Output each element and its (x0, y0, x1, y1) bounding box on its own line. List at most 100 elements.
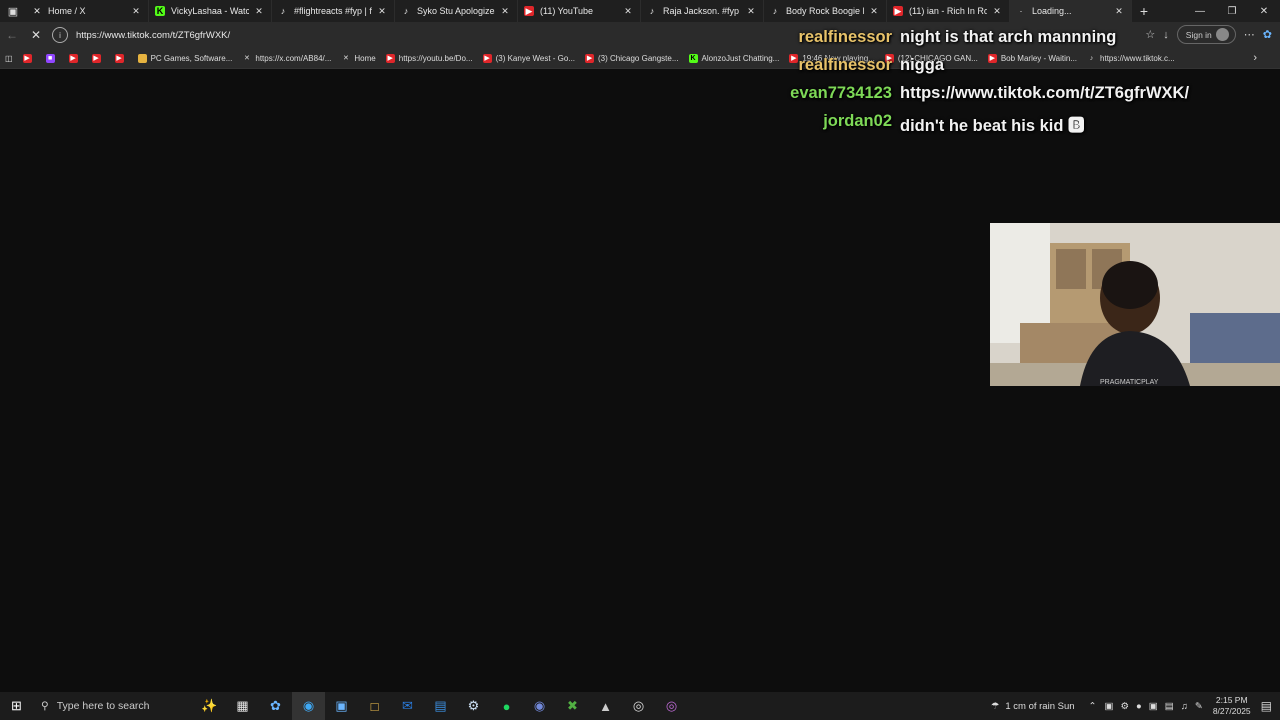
youtube-logo-icon: ▶ (22, 53, 32, 63)
bookmark-tiktok[interactable]: ♪ https://www.tiktok.c... (1082, 54, 1180, 63)
volume-icon[interactable]: ♫ (1181, 701, 1188, 712)
youtube-logo-icon: ▶ (585, 53, 595, 63)
bookmark-x-ab84[interactable]: ✕ https://x.com/AB84/... (237, 54, 336, 63)
back-icon[interactable]: ← (0, 28, 24, 42)
bookmark-1[interactable]: ■ (41, 53, 64, 63)
x-logo-icon: ✕ (243, 55, 250, 62)
favorites-bar: ◫ ▶ ■ ▶ ▶ ▶ PC Games, Software... ✕ https… (0, 48, 1280, 69)
favorites-bar-menu-icon[interactable]: ◫ (0, 54, 18, 63)
stop-loading-icon[interactable]: ✕ (24, 28, 48, 42)
tray-app-icon[interactable]: ▣ (1149, 701, 1158, 712)
close-icon[interactable]: ✕ (868, 6, 880, 17)
system-tray: ☂ 1 cm of rain Sun ⌃ ▣ ⚙ ● ▣ ▤ ♫ ✎ 2:15 … (991, 692, 1280, 720)
tab-kick-vickylashaa[interactable]: K VickyLashaa - Watch cl ✕ (149, 0, 272, 22)
bookmark-bob-marley[interactable]: ▶ Bob Marley - Waitin... (983, 53, 1082, 63)
bookmark-3[interactable]: ▶ (87, 53, 110, 63)
more-menu-icon[interactable]: ⋯ (1244, 28, 1255, 41)
downloads-icon[interactable]: ↓ (1163, 29, 1169, 41)
close-icon[interactable]: ✕ (745, 6, 757, 17)
tab-tiktok-flightreacts[interactable]: ♪ #flightreacts #fyp | flig ✕ (272, 0, 395, 22)
restore-icon[interactable]: ❐ (1216, 0, 1248, 22)
url-text: https://www.tiktok.com/t/ZT6gfrWXK/ (76, 29, 231, 41)
copilot-icon[interactable]: ✿ (1263, 28, 1272, 41)
close-icon[interactable]: ✕ (130, 6, 142, 17)
steam-icon[interactable]: ⚙ (457, 692, 490, 720)
close-icon[interactable]: ✕ (1113, 6, 1125, 17)
favorites-icon[interactable]: ☆ (1145, 28, 1155, 41)
clock[interactable]: 2:15 PM 8/27/2025 (1213, 695, 1251, 717)
address-bar[interactable]: i https://www.tiktok.com/t/ZT6gfrWXK/ (52, 25, 612, 45)
discord-icon[interactable]: ◉ (523, 692, 556, 720)
tray-app-icon[interactable]: ⚙ (1120, 701, 1129, 712)
loading-icon: · (1019, 6, 1023, 16)
weather-text[interactable]: 1 cm of rain Sun (1005, 701, 1074, 712)
bookmark-alonzo[interactable]: K AlonzoJust Chatting... (684, 53, 785, 63)
close-icon[interactable]: ✕ (499, 6, 511, 17)
bookmark-4[interactable]: ▶ (110, 53, 133, 63)
bookmark-0[interactable]: ▶ (18, 53, 41, 63)
spotify-icon[interactable]: ● (490, 692, 523, 720)
tab-tiktok-raja-jackson[interactable]: ♪ Raja Jackson. #fyp #xyl ✕ (641, 0, 764, 22)
youtube-logo-icon: ▶ (893, 5, 903, 16)
close-icon[interactable]: ✕ (991, 6, 1003, 17)
bookmark-2[interactable]: ▶ (64, 53, 87, 63)
close-window-icon[interactable]: ✕ (1248, 0, 1280, 22)
youtube-logo-icon: ▶ (114, 53, 124, 63)
tiktok-logo-icon: ♪ (280, 6, 286, 16)
tab-youtube-ian[interactable]: ▶ (11) ian - Rich In Rome ✕ (887, 0, 1010, 22)
task-view-icon[interactable]: ▦ (226, 692, 259, 720)
site-info-icon[interactable]: i (52, 27, 68, 43)
tab-tiktok-syko-stu[interactable]: ♪ Syko Stu Apologizes to ✕ (395, 0, 518, 22)
tab-title: Loading... (1032, 6, 1072, 16)
close-icon[interactable]: ✕ (622, 6, 634, 17)
chevron-right-icon[interactable]: › (1248, 52, 1262, 64)
tab-home-x[interactable]: ✕ Home / X ✕ (26, 0, 149, 22)
outlook-icon[interactable]: ✉ (391, 692, 424, 720)
tab-title: Body Rock Boogie Drop (786, 6, 864, 16)
chat-username: realfinessor (798, 56, 892, 74)
windows-taskbar: ⊞ ⚲ Type here to search ✨ ▦ ✿ ◉ ▣ □ ✉ ▤ … (0, 692, 1280, 720)
edge-icon[interactable]: ◉ (292, 692, 325, 720)
store-icon[interactable]: ▣ (325, 692, 358, 720)
file-explorer-icon[interactable]: □ (358, 692, 391, 720)
copilot-taskbar-icon[interactable]: ✿ (259, 692, 292, 720)
app-icon[interactable]: ◎ (655, 692, 688, 720)
microphone-icon[interactable]: ● (1136, 701, 1142, 712)
tab-tiktok-body-rock[interactable]: ♪ Body Rock Boogie Drop ✕ (764, 0, 887, 22)
clock-time: 2:15 PM (1215, 695, 1248, 705)
bookmark-kanye-west[interactable]: ▶ (3) Kanye West - Go... (478, 53, 580, 63)
search-highlight-icon[interactable]: ✨ (193, 692, 226, 720)
tab-youtube[interactable]: ▶ (11) YouTube ✕ (518, 0, 641, 22)
chat-text: nigga (900, 56, 944, 74)
notifications-icon[interactable]: ▤ (1261, 699, 1272, 713)
close-icon[interactable]: ✕ (376, 6, 388, 17)
start-button-icon[interactable]: ⊞ (0, 692, 33, 720)
search-icon: ⚲ (41, 700, 49, 712)
tray-app-icon[interactable]: ▣ (1105, 701, 1114, 712)
tab-loading[interactable]: · Loading... ✕ (1010, 0, 1132, 22)
chevron-up-icon[interactable]: ⌃ (1089, 701, 1097, 712)
close-icon[interactable]: ✕ (253, 6, 265, 17)
minimize-icon[interactable]: — (1184, 0, 1216, 22)
new-tab-button[interactable]: + (1132, 3, 1156, 19)
bookmark-pc-games[interactable]: PC Games, Software... (133, 53, 238, 63)
bookmark-chicago-gangste[interactable]: ▶ (3) Chicago Gangste... (580, 53, 683, 63)
tab-actions-menu-icon[interactable]: ▣ (0, 0, 26, 22)
calculator-icon[interactable]: ▤ (424, 692, 457, 720)
x-logo-icon: ✕ (342, 55, 349, 62)
sign-in-button[interactable]: Sign in (1176, 25, 1236, 44)
pen-icon[interactable]: ✎ (1195, 701, 1203, 712)
obs-icon[interactable]: ◎ (622, 692, 655, 720)
chat-text: https://www.tiktok.com/t/ZT6gfrWXK/ (900, 84, 1190, 102)
network-icon[interactable]: ▤ (1165, 701, 1174, 712)
weather-icon: ☂ (990, 700, 1000, 712)
taskbar-search[interactable]: ⚲ Type here to search (33, 692, 193, 720)
youtube-logo-icon: ▶ (524, 5, 534, 16)
bookmark-x-home[interactable]: ✕ Home (336, 54, 380, 63)
chat-text: didn't he beat his kid 🅱 (900, 117, 1085, 135)
bookmark-youtu-be[interactable]: ▶ https://youtu.be/Do... (381, 53, 478, 63)
chat-username: evan7734123 (790, 84, 892, 102)
sign-in-label: Sign in (1185, 29, 1212, 40)
xbox-icon[interactable]: ✖ (556, 692, 589, 720)
game-app-icon[interactable]: ▲ (589, 692, 622, 720)
